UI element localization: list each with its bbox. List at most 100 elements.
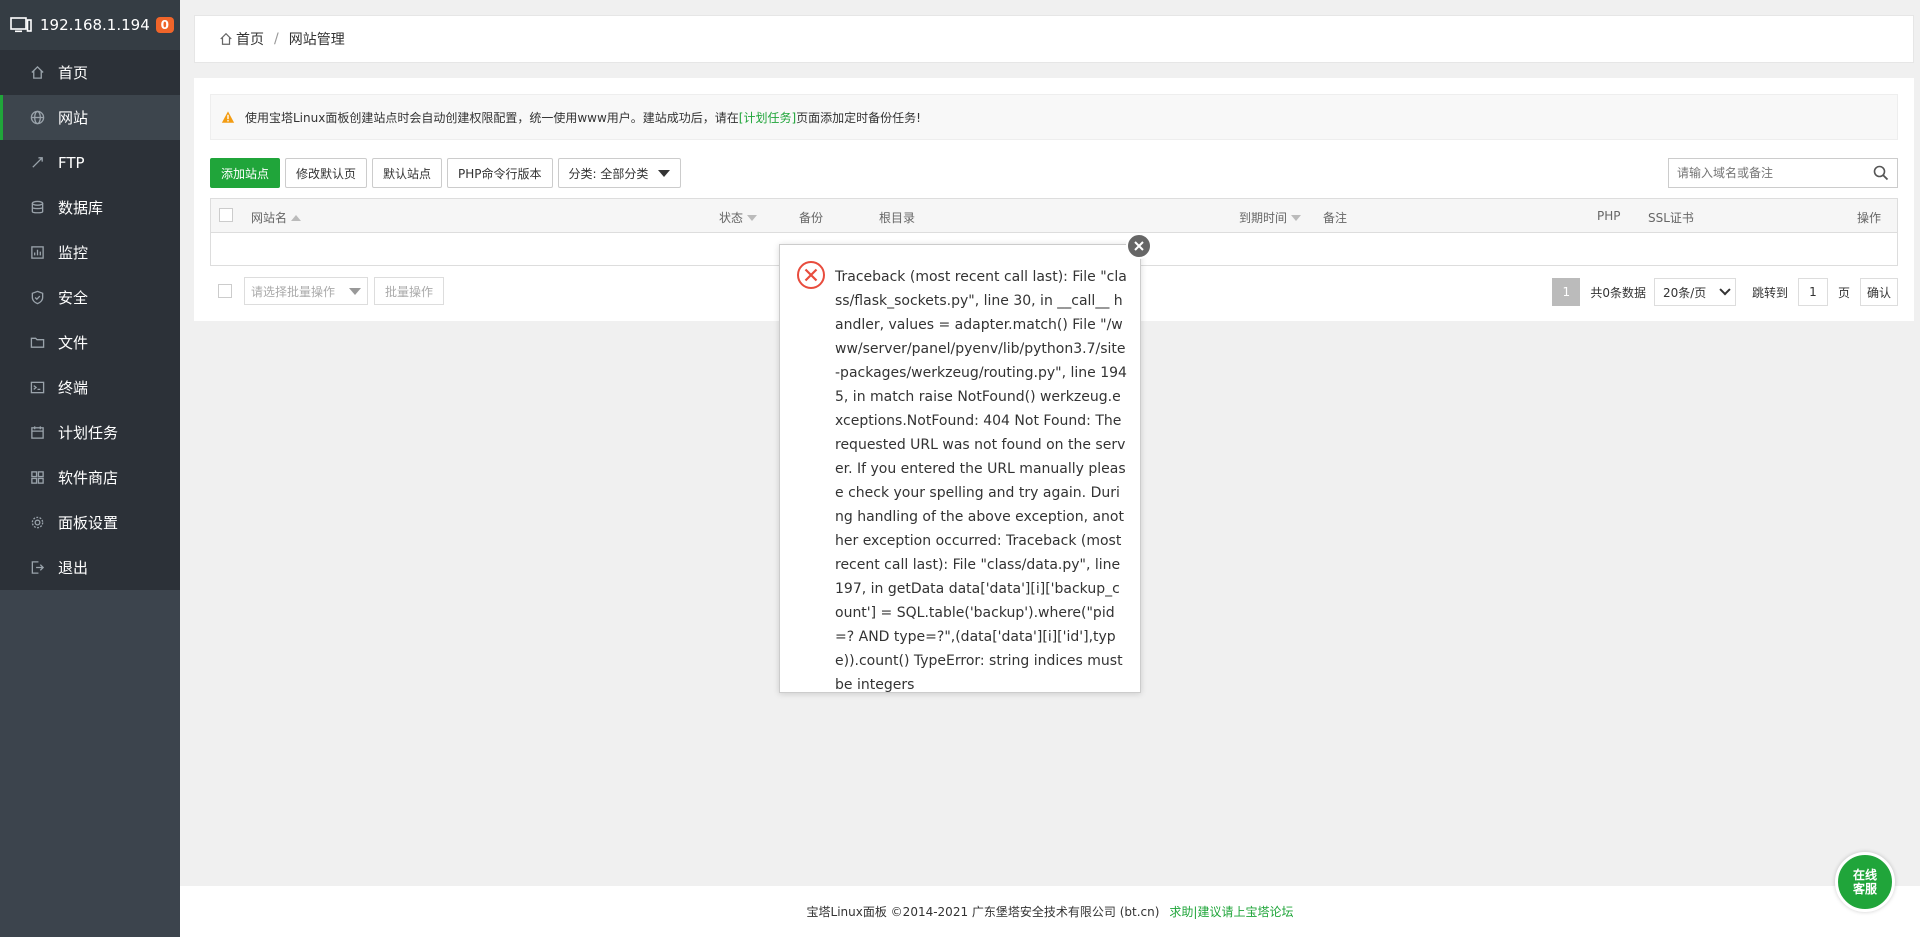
footer-copyright: 宝塔Linux面板 ©2014-2021 广东堡塔安全技术有限公司 (bt.cn… — [806, 905, 1160, 919]
sidebar-item-store[interactable]: 软件商店 — [0, 455, 180, 500]
warning-icon — [221, 111, 235, 123]
notification-badge[interactable]: 0 — [155, 17, 174, 33]
page-unit-label: 页 — [1837, 285, 1850, 300]
column-actions: 操作 — [1857, 211, 1882, 225]
server-ip: 192.168.1.194 — [40, 16, 150, 34]
sidebar-item-label: FTP — [58, 153, 85, 172]
sidebar-item-home[interactable]: 首页 — [0, 50, 180, 95]
caret-down-icon — [349, 288, 361, 295]
sidebar-item-ftp[interactable]: FTP — [0, 140, 180, 185]
batch-checkbox[interactable] — [218, 284, 232, 298]
edit-default-page-button[interactable]: 修改默认页 — [285, 158, 368, 188]
sidebar-item-monitor[interactable]: 监控 — [0, 230, 180, 275]
column-php: PHP — [1597, 209, 1621, 223]
sidebar-item-label: 首页 — [58, 64, 89, 82]
database-icon — [29, 200, 45, 216]
sidebar-header: 192.168.1.194 0 — [0, 0, 180, 50]
column-ssl: SSL证书 — [1648, 211, 1694, 225]
column-root: 根目录 — [879, 211, 916, 225]
sidebar-item-terminal[interactable]: 终端 — [0, 365, 180, 410]
sidebar-item-settings[interactable]: 面板设置 — [0, 500, 180, 545]
sidebar-item-label: 计划任务 — [58, 424, 119, 442]
apps-icon — [29, 470, 45, 486]
column-status-label: 状态 — [719, 211, 744, 225]
sidebar-item-label: 退出 — [58, 559, 89, 577]
column-expire[interactable]: 到期时间 — [1239, 209, 1302, 226]
total-count: 共0条数据 — [1590, 285, 1646, 300]
error-dialog: Traceback (most recent call last): File … — [779, 233, 1152, 693]
pagination: 1 共0条数据 20条/页 跳转到 1 页 确认 — [1552, 277, 1898, 307]
per-page-value: 20条/页 — [1662, 285, 1707, 300]
shield-icon — [29, 290, 45, 306]
column-backup: 备份 — [799, 211, 824, 225]
caret-down-icon — [658, 169, 671, 177]
category-select[interactable]: 分类: 全部分类 — [557, 158, 682, 188]
php-cli-version-button[interactable]: PHP命令行版本 — [447, 158, 553, 188]
default-site-button[interactable]: 默认站点 — [372, 158, 443, 188]
terminal-icon — [29, 380, 45, 396]
sidebar-item-label: 网站 — [58, 109, 89, 127]
sidebar-item-security[interactable]: 安全 — [0, 275, 180, 320]
search-input[interactable] — [1677, 166, 1873, 180]
home-icon — [220, 32, 232, 45]
online-support-button[interactable]: 在线 客服 — [1835, 852, 1895, 912]
select-all-checkbox[interactable] — [219, 208, 233, 222]
goto-page-input[interactable]: 1 — [1797, 278, 1828, 306]
column-status[interactable]: 状态 — [719, 209, 758, 226]
notice-text-before: 使用宝塔Linux面板创建站点时会自动创建权限配置，统一使用www用户。建站成功… — [245, 110, 739, 125]
sidebar-item-label: 监控 — [58, 244, 89, 262]
notice-text-after: 页面添加定时备份任务! — [796, 110, 921, 125]
sidebar-item-logout[interactable]: 退出 — [0, 545, 180, 590]
support-label-line1: 在线 — [1852, 868, 1877, 882]
close-x-icon — [1134, 241, 1144, 251]
sidebar-item-label: 面板设置 — [58, 514, 119, 532]
sidebar-item-label: 软件商店 — [58, 469, 119, 487]
goto-label: 跳转到 — [1751, 285, 1788, 300]
per-page-select[interactable]: 20条/页 — [1653, 278, 1736, 306]
error-icon — [797, 261, 825, 289]
ftp-icon — [29, 155, 45, 171]
monitor-icon — [10, 17, 32, 33]
support-label: 在线 客服 — [1853, 868, 1877, 896]
page-footer: 宝塔Linux面板 ©2014-2021 广东堡塔安全技术有限公司 (bt.cn… — [180, 886, 1920, 937]
error-message: Traceback (most recent call last): File … — [835, 269, 1127, 693]
sidebar-item-website[interactable]: 网站 — [0, 95, 180, 140]
batch-action-select[interactable]: 请选择批量操作 — [244, 277, 368, 305]
sort-desc-icon — [747, 215, 758, 221]
notice-cron-link[interactable]: [计划任务] — [739, 109, 796, 126]
breadcrumb-separator: / — [274, 31, 279, 47]
calendar-icon — [29, 425, 45, 441]
sidebar-item-label: 安全 — [58, 289, 89, 307]
sidebar-item-cron[interactable]: 计划任务 — [0, 410, 180, 455]
batch-action-placeholder: 请选择批量操作 — [251, 284, 336, 299]
add-site-button[interactable]: 添加站点 — [210, 158, 281, 188]
category-select-value: 分类: 全部分类 — [568, 166, 649, 181]
footer-forum-link[interactable]: 求助|建议请上宝塔论坛 — [1169, 903, 1293, 920]
sidebar-item-label: 文件 — [58, 334, 89, 352]
batch-action-button[interactable]: 批量操作 — [374, 277, 444, 305]
toolbar: 添加站点 修改默认页 默认站点 PHP命令行版本 分类: 全部分类 — [210, 158, 682, 188]
sidebar-item-files[interactable]: 文件 — [0, 320, 180, 365]
goto-confirm-button[interactable]: 确认 — [1860, 278, 1898, 306]
logout-icon — [29, 560, 45, 576]
folder-icon — [29, 335, 45, 351]
sidebar-item-label: 数据库 — [58, 199, 104, 217]
home-icon — [29, 65, 45, 81]
close-icon[interactable] — [1126, 233, 1152, 259]
chevron-down-icon — [1719, 284, 1731, 296]
notice-bar: 使用宝塔Linux面板创建站点时会自动创建权限配置，统一使用www用户。建站成功… — [210, 94, 1898, 140]
sort-asc-icon — [291, 215, 302, 221]
chart-icon — [29, 245, 45, 261]
breadcrumb: 首页 / 网站管理 — [194, 15, 1914, 63]
page-number-current[interactable]: 1 — [1552, 278, 1581, 306]
sort-desc-icon — [1291, 215, 1302, 221]
sidebar: 192.168.1.194 0 首页 网站 FTP 数据库 监控 安全 文件 终… — [0, 0, 180, 937]
column-name[interactable]: 网站名 — [251, 209, 302, 226]
search-box — [1668, 158, 1898, 188]
search-icon[interactable] — [1873, 165, 1889, 181]
breadcrumb-home[interactable]: 首页 — [236, 29, 264, 49]
sidebar-item-database[interactable]: 数据库 — [0, 185, 180, 230]
gear-icon — [29, 515, 45, 531]
table-header: 网站名 状态 备份 根目录 到期时间 备注 PHP SSL证书 操作 — [211, 199, 1897, 233]
column-expire-label: 到期时间 — [1239, 211, 1288, 225]
